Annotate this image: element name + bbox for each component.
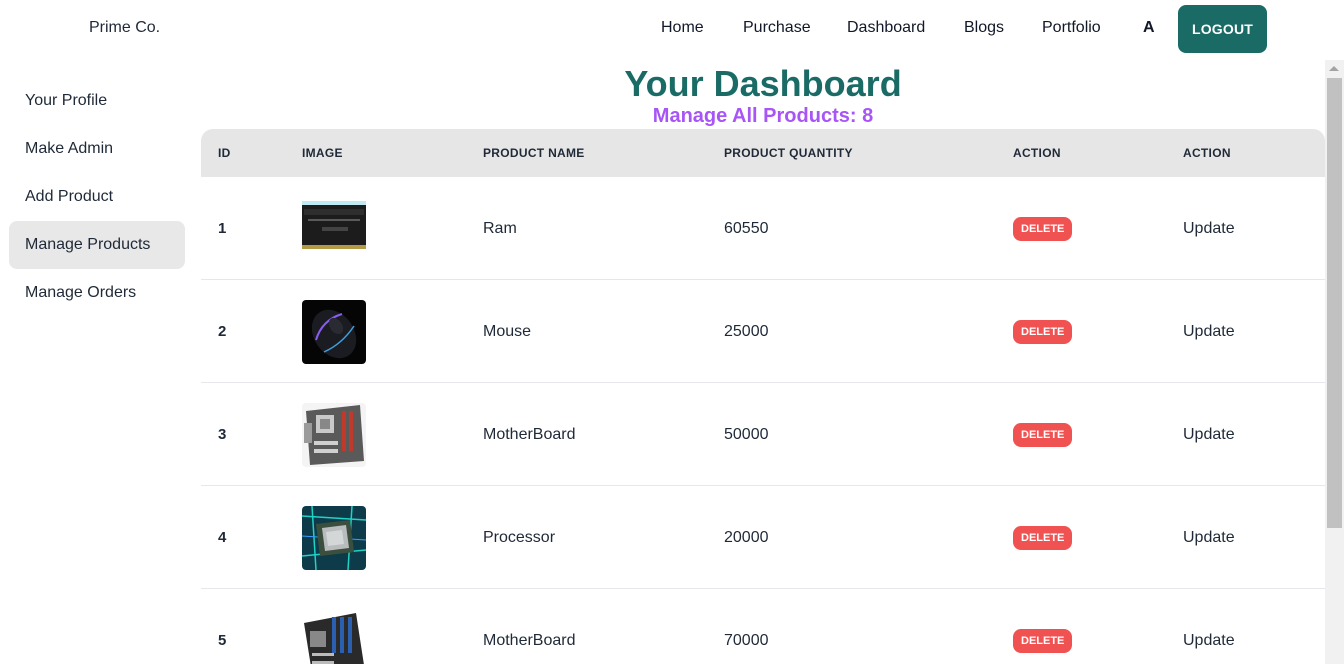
product-name: Ram	[483, 219, 517, 237]
delete-action-cell: DELETE	[1013, 383, 1073, 486]
table-row: 3 MotherBoard 50000 DELETE Update	[201, 383, 1325, 486]
column-header-image: IMAGE	[302, 146, 343, 160]
sidebar-item-add-product[interactable]: Add Product	[9, 173, 185, 221]
table-row: 5 MotherBoard 70000 DELETE Update	[201, 589, 1325, 664]
column-header-action: ACTION	[1013, 146, 1061, 160]
mouse-image	[302, 299, 366, 364]
top-navbar: Prime Co. Home Purchase Dashboard Blogs …	[0, 0, 1344, 60]
page-title: Your Dashboard	[624, 63, 902, 104]
delete-button[interactable]: DELETE	[1013, 216, 1073, 241]
table-row: 1 Ram 60550 DELETE Update	[201, 177, 1325, 280]
delete-action-cell: DELETE	[1013, 280, 1073, 383]
sidebar-item-make-admin[interactable]: Make Admin	[9, 125, 185, 173]
product-image-cell	[302, 486, 366, 589]
product-quantity: 50000	[724, 425, 769, 443]
nav-link-home[interactable]: Home	[661, 19, 704, 37]
dashboard-sidebar: Your Profile Make Admin Add Product Mana…	[9, 77, 185, 317]
nav-link-blogs[interactable]: Blogs	[964, 19, 1004, 37]
table-row: 4 Processor 20000 DELETE Update	[201, 486, 1325, 589]
column-header-id: ID	[218, 146, 231, 160]
table-row: 2 Mouse 25000 DELETE Update	[201, 280, 1325, 383]
page-subtitle: Manage All Products: 8	[652, 105, 874, 127]
delete-button[interactable]: DELETE	[1013, 319, 1073, 344]
product-id: 1	[218, 220, 227, 237]
sidebar-item-your-profile[interactable]: Your Profile	[9, 77, 185, 125]
product-name: MotherBoard	[483, 631, 576, 649]
product-quantity: 25000	[724, 322, 769, 340]
delete-action-cell: DELETE	[1013, 589, 1073, 664]
processor-image	[302, 505, 366, 570]
product-image-cell	[302, 589, 366, 664]
nav-link-purchase[interactable]: Purchase	[743, 19, 811, 37]
products-table: ID IMAGE PRODUCT NAME PRODUCT QUANTITY A…	[201, 129, 1325, 664]
update-button[interactable]: Update	[1183, 632, 1235, 650]
column-header-action: ACTION	[1183, 146, 1231, 160]
nav-link-dashboard[interactable]: Dashboard	[847, 19, 925, 37]
update-action-cell: Update	[1183, 177, 1235, 280]
motherboard-image	[302, 608, 366, 664]
user-avatar[interactable]: A	[1143, 19, 1155, 37]
update-button[interactable]: Update	[1183, 529, 1235, 547]
product-quantity: 20000	[724, 528, 769, 546]
delete-action-cell: DELETE	[1013, 177, 1073, 280]
product-id: 2	[218, 323, 227, 340]
product-image-cell	[302, 177, 366, 280]
ram-image	[302, 196, 366, 261]
product-id: 5	[218, 632, 227, 649]
update-button[interactable]: Update	[1183, 426, 1235, 444]
product-name: MotherBoard	[483, 425, 576, 443]
update-button[interactable]: Update	[1183, 323, 1235, 341]
update-action-cell: Update	[1183, 589, 1235, 664]
column-header-product-name: PRODUCT NAME	[483, 146, 585, 160]
product-id: 3	[218, 426, 227, 443]
table-header: ID IMAGE PRODUCT NAME PRODUCT QUANTITY A…	[201, 129, 1325, 177]
delete-button[interactable]: DELETE	[1013, 525, 1073, 550]
product-quantity: 60550	[724, 219, 769, 237]
product-id: 4	[218, 529, 227, 546]
column-header-product-quantity: PRODUCT QUANTITY	[724, 146, 853, 160]
nav-link-portfolio[interactable]: Portfolio	[1042, 19, 1101, 37]
product-image-cell	[302, 280, 366, 383]
scroll-up-arrow-icon[interactable]	[1329, 66, 1339, 71]
product-name: Mouse	[483, 322, 532, 340]
update-action-cell: Update	[1183, 486, 1235, 589]
delete-button[interactable]: DELETE	[1013, 628, 1073, 653]
product-name: Processor	[483, 528, 556, 546]
scrollbar-thumb[interactable]	[1327, 78, 1342, 528]
product-image-cell	[302, 383, 366, 486]
update-action-cell: Update	[1183, 383, 1235, 486]
delete-action-cell: DELETE	[1013, 486, 1073, 589]
sidebar-item-manage-products[interactable]: Manage Products	[9, 221, 185, 269]
motherboard-image	[302, 402, 366, 467]
update-button[interactable]: Update	[1183, 220, 1235, 238]
product-quantity: 70000	[724, 631, 769, 649]
update-action-cell: Update	[1183, 280, 1235, 383]
logout-button[interactable]: LOGOUT	[1178, 5, 1267, 53]
sidebar-item-manage-orders[interactable]: Manage Orders	[9, 269, 185, 317]
vertical-scrollbar[interactable]	[1325, 60, 1344, 664]
delete-button[interactable]: DELETE	[1013, 422, 1073, 447]
